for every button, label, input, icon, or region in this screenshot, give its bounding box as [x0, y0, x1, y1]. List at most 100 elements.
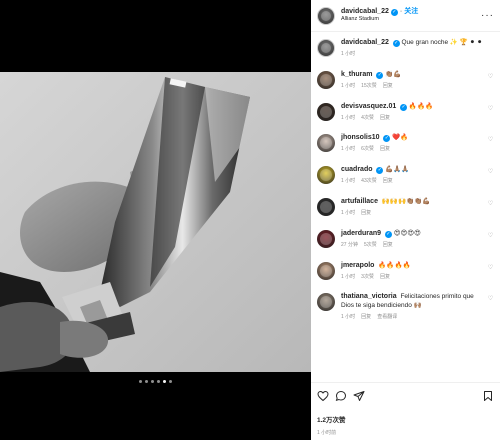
reply-button[interactable]: 回复 — [361, 313, 371, 320]
comment-row: artufaillace 🙌🙌🙌👏🏽👏🏽💪🏽 1 小时 回复 ♡ — [317, 197, 494, 217]
comment-row: jaderduran9 ✓ 😍😍😍😍 27 分钟 5次赞 回复 ♡ — [317, 229, 494, 249]
trophy-photo-illustration — [0, 72, 311, 372]
commenter-avatar[interactable] — [317, 261, 335, 280]
comment-text: 🙌🙌🙌👏🏽👏🏽💪🏽 — [381, 197, 431, 205]
verified-icon: ✓ — [376, 71, 384, 79]
commenter-username[interactable]: k_thuram — [341, 71, 373, 78]
post-header: davidcabal_22 ✓ · 关注 Allianz Stadium ··· — [311, 0, 500, 32]
commenter-avatar[interactable] — [317, 293, 335, 312]
comment-like-icon[interactable]: ♡ — [487, 232, 494, 239]
likes-count[interactable]: 1.2万次赞 — [317, 414, 494, 424]
caption-row: davidcabal_22 ✓ Que gran noche ✨ 🏆 ⚫ ⚫ 1… — [317, 38, 494, 58]
verified-icon: ✓ — [392, 40, 400, 47]
comment-likes[interactable]: 4次赞 — [361, 114, 374, 121]
comment-like-icon[interactable]: ♡ — [487, 295, 494, 302]
share-icon[interactable] — [353, 390, 365, 402]
verified-icon: ✓ — [390, 8, 398, 16]
reply-button[interactable]: 回复 — [383, 82, 393, 89]
carousel-dot[interactable] — [157, 380, 160, 383]
commenter-avatar[interactable] — [317, 166, 335, 185]
comment-time[interactable]: 1 小时 — [341, 114, 355, 121]
heart-icon[interactable] — [317, 390, 329, 402]
comment-likes[interactable]: 3次赞 — [361, 273, 374, 280]
comment-time[interactable]: 1 小时 — [341, 177, 355, 184]
comment-text: 🔥🔥🔥 — [408, 102, 434, 110]
comment-row: devisvasquez.01 ✓ 🔥🔥🔥 1 小时 4次赞 回复 ♡ — [317, 102, 494, 122]
post-details-panel: davidcabal_22 ✓ · 关注 Allianz Stadium ···… — [311, 0, 500, 440]
reply-button[interactable]: 回复 — [383, 241, 393, 248]
commenter-avatar[interactable] — [317, 102, 335, 121]
reply-button[interactable]: 回复 — [361, 209, 371, 216]
commenter-username[interactable]: jhonsolis10 — [341, 134, 380, 141]
reply-button[interactable]: 回复 — [380, 273, 390, 280]
verified-icon: ✓ — [383, 135, 391, 143]
commenter-avatar[interactable] — [317, 197, 335, 216]
caption-text: Que gran noche ✨ 🏆 ⚫ ⚫ — [401, 39, 483, 46]
commenter-username[interactable]: jaderduran9 — [341, 230, 381, 237]
comment-time[interactable]: 1 小时 — [341, 313, 355, 320]
bookmark-icon[interactable] — [482, 390, 494, 402]
commenter-username[interactable]: devisvasquez.01 — [341, 103, 396, 110]
comment-text: 👏🏽💪🏽 — [385, 70, 402, 78]
comment-likes[interactable]: 6次赞 — [361, 145, 374, 152]
commenter-username[interactable]: cuadrado — [341, 166, 373, 173]
comment-row: jhonsolis10 ✓ ❤️🔥 1 小时 6次赞 回复 ♡ — [317, 133, 494, 153]
verified-icon: ✓ — [376, 167, 384, 175]
carousel-dot[interactable] — [139, 380, 142, 383]
commenter-username[interactable]: thatiana_victoria — [341, 293, 397, 300]
comment-row: thatiana_victoria Felicitaciones primito… — [317, 292, 494, 320]
comment-text: 💪🏽🙏🏽🙏🏽 — [385, 166, 410, 174]
comment-row: jmerapolo 🔥🔥🔥🔥 1 小时 3次赞 回复 ♡ — [317, 261, 494, 281]
author-username[interactable]: davidcabal_22 — [341, 8, 389, 16]
commenter-avatar[interactable] — [317, 229, 335, 248]
reply-button[interactable]: 回复 — [380, 114, 390, 121]
commenter-username[interactable]: jmerapolo — [341, 262, 374, 269]
post-actions: 1.2万次赞 1 小时前 — [311, 382, 500, 436]
carousel-dot[interactable] — [163, 380, 166, 383]
verified-icon: ✓ — [400, 103, 408, 111]
comment-like-icon[interactable]: ♡ — [487, 200, 494, 207]
comment-text: 🔥🔥🔥🔥 — [378, 261, 411, 269]
comment-time[interactable]: 1 小时 — [341, 145, 355, 152]
reply-button[interactable]: 回复 — [380, 145, 390, 152]
comment-like-icon[interactable]: ♡ — [487, 168, 494, 175]
caption-time[interactable]: 1 小时 — [341, 50, 355, 57]
comment-likes[interactable]: 15次赞 — [361, 82, 377, 89]
follow-button[interactable]: 关注 — [404, 8, 418, 16]
comment-like-icon[interactable]: ♡ — [487, 136, 494, 143]
verified-icon: ✓ — [384, 230, 392, 238]
comment-text: 😍😍😍😍 — [393, 229, 421, 237]
commenter-username[interactable]: artufaillace — [341, 198, 378, 205]
comment-like-icon[interactable]: ♡ — [487, 264, 494, 271]
comment-like-icon[interactable]: ♡ — [487, 73, 494, 80]
separator-dot: · — [399, 8, 403, 16]
comments-list: davidcabal_22 ✓ Que gran noche ✨ 🏆 ⚫ ⚫ 1… — [311, 32, 500, 378]
post-media[interactable] — [0, 0, 311, 440]
carousel-dot[interactable] — [169, 380, 172, 383]
caption-avatar[interactable] — [317, 39, 335, 57]
comment-time[interactable]: 1 小时 — [341, 82, 355, 89]
caption-username[interactable]: davidcabal_22 — [341, 39, 389, 46]
reply-button[interactable]: 回复 — [383, 177, 393, 184]
carousel-dot[interactable] — [151, 380, 154, 383]
commenter-avatar[interactable] — [317, 70, 335, 89]
translate-link[interactable]: 查看翻译 — [377, 313, 397, 320]
comment-likes[interactable]: 43次赞 — [361, 177, 377, 184]
comment-time[interactable]: 1 小时 — [341, 273, 355, 280]
comment-like-icon[interactable]: ♡ — [487, 105, 494, 112]
more-options-icon[interactable]: ··· — [481, 10, 494, 21]
post-date[interactable]: 1 小时前 — [317, 429, 494, 436]
author-avatar[interactable] — [317, 6, 335, 25]
post-photo[interactable] — [0, 72, 311, 372]
comment-text: ❤️🔥 — [392, 134, 409, 142]
comment-likes[interactable]: 5次赞 — [364, 241, 377, 248]
commenter-avatar[interactable] — [317, 134, 335, 153]
comment-icon[interactable] — [335, 390, 347, 402]
comment-time[interactable]: 27 分钟 — [341, 241, 358, 248]
comment-row: cuadrado ✓ 💪🏽🙏🏽🙏🏽 1 小时 43次赞 回复 ♡ — [317, 165, 494, 185]
carousel-indicator[interactable] — [0, 380, 311, 383]
comment-time[interactable]: 1 小时 — [341, 209, 355, 216]
comment-row: k_thuram ✓ 👏🏽💪🏽 1 小时 15次赞 回复 ♡ — [317, 70, 494, 90]
location-link[interactable]: Allianz Stadium — [341, 16, 418, 22]
carousel-dot[interactable] — [145, 380, 148, 383]
